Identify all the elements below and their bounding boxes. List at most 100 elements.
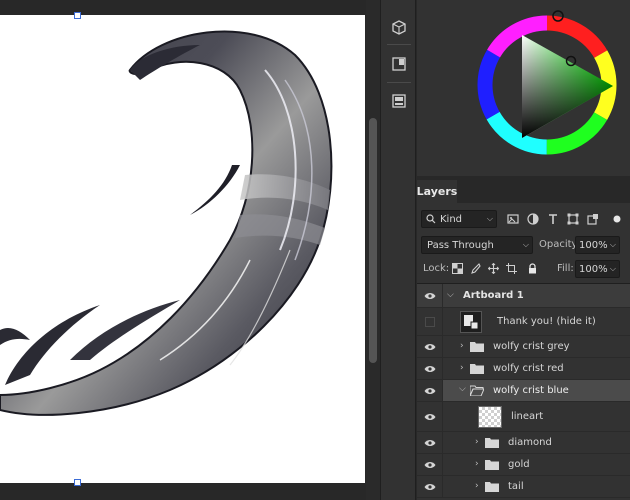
eye-icon [424, 461, 435, 468]
fill-label: Fill: [557, 263, 574, 274]
opacity-field[interactable]: 100% ⌵ [575, 236, 620, 254]
chevron-right-icon[interactable]: › [460, 341, 464, 351]
lock-all-icon[interactable] [525, 261, 540, 276]
layer-row-artboard[interactable]: ⌵ Artboard 1 [417, 284, 630, 308]
layer-row-pixel[interactable]: lineart [417, 402, 630, 432]
visibility-toggle[interactable] [417, 336, 443, 357]
layer-thumbnail [478, 406, 502, 428]
folder-open-icon [470, 385, 484, 396]
properties-panel-button[interactable] [386, 15, 412, 41]
opacity-value: 100% [579, 239, 608, 251]
layer-name: wolfy crist grey [493, 341, 570, 352]
lock-position-move-icon[interactable] [486, 261, 501, 276]
blend-mode-value: Pass Through [427, 239, 494, 251]
filter-type-icon[interactable] [545, 211, 561, 227]
layer-name: wolfy crist blue [493, 385, 569, 396]
visibility-toggle[interactable] [417, 402, 443, 431]
chevron-down-icon: ⌵ [609, 264, 616, 273]
opacity-label: Opacity: [539, 239, 581, 250]
cube-icon [392, 20, 406, 35]
right-panel: Layers Kind ⌵ Pass Through ⌵ Opacity: 10… [417, 0, 630, 500]
tab-layers[interactable]: Layers [417, 180, 457, 203]
canvas-area[interactable] [0, 0, 380, 500]
lock-artboard-icon[interactable] [504, 261, 519, 276]
adjustments-icon [392, 94, 406, 108]
eye-icon [424, 413, 435, 420]
fill-value: 100% [579, 263, 608, 275]
eye-icon [424, 292, 435, 299]
libraries-panel-button[interactable] [386, 51, 412, 77]
color-wheel-panel [417, 0, 630, 176]
chevron-right-icon[interactable]: › [460, 363, 464, 373]
layer-row-group[interactable]: › diamond [417, 432, 630, 454]
canvas-scroll-thumb[interactable] [369, 118, 377, 363]
blend-mode-select[interactable]: Pass Through ⌵ [421, 236, 533, 254]
lock-transparency-icon[interactable] [450, 261, 465, 276]
layer-row-smart-object[interactable]: Thank you! (hide it) [417, 308, 630, 336]
transform-handle-bottom[interactable] [74, 479, 81, 486]
filter-pixel-icon[interactable] [505, 211, 521, 227]
chevron-down-icon: ⌵ [486, 214, 493, 223]
folder-icon [485, 482, 499, 492]
layer-row-group[interactable]: › gold [417, 454, 630, 476]
filter-adjustment-icon[interactable] [525, 211, 541, 227]
library-icon [392, 57, 406, 71]
folder-icon [470, 342, 484, 352]
filter-smart-object-icon[interactable] [585, 211, 601, 227]
smart-object-thumbnail [460, 311, 482, 333]
layer-name: gold [508, 459, 530, 470]
chevron-down-icon[interactable]: ⌵ [447, 290, 454, 300]
layer-row-group[interactable]: › wolfy crist grey [417, 336, 630, 358]
visibility-toggle[interactable] [417, 380, 443, 401]
artboard-canvas[interactable] [0, 15, 365, 483]
fill-field[interactable]: 100% ⌵ [575, 260, 620, 278]
lock-label: Lock: [423, 263, 450, 274]
lock-pixels-brush-icon[interactable] [468, 261, 483, 276]
hidden-visibility-box [424, 316, 435, 327]
color-wheel[interactable] [417, 0, 630, 176]
search-icon [426, 214, 436, 224]
smart-object-icon [464, 315, 479, 330]
lock-row: Lock: Fill: 100% ⌵ [417, 258, 630, 280]
layer-name: wolfy crist red [493, 363, 564, 374]
panel-icon-column [380, 0, 416, 500]
layer-name: Thank you! (hide it) [497, 316, 596, 327]
visibility-toggle[interactable] [417, 432, 443, 453]
layer-name: Artboard 1 [463, 290, 524, 301]
transform-handle-top[interactable] [74, 12, 81, 19]
visibility-toggle[interactable] [417, 454, 443, 475]
layers-list: ⌵ Artboard 1 Thank you! (hide it) › wolf… [417, 283, 630, 500]
chevron-down-icon: ⌵ [522, 240, 529, 249]
filter-kind-label: Kind [440, 213, 463, 225]
tail-artwork [0, 30, 333, 416]
filter-shape-icon[interactable] [565, 211, 581, 227]
layer-filter-row: Kind ⌵ [417, 206, 630, 232]
folder-icon [485, 460, 499, 470]
visibility-toggle[interactable] [417, 476, 443, 497]
filter-toggle-icon[interactable] [609, 211, 625, 227]
layer-row-group[interactable]: › tail [417, 476, 630, 498]
folder-icon [470, 364, 484, 374]
layers-tab-bar: Layers [417, 180, 630, 203]
visibility-toggle[interactable] [417, 308, 443, 335]
chevron-right-icon[interactable]: › [475, 481, 479, 491]
adjustments-panel-button[interactable] [386, 88, 412, 114]
layer-row-group[interactable]: › wolfy crist red [417, 358, 630, 380]
tool-separator [387, 82, 411, 83]
visibility-toggle[interactable] [417, 358, 443, 379]
layer-row-group-selected[interactable]: ⌵ wolfy crist blue [417, 380, 630, 402]
eye-icon [424, 483, 435, 490]
eye-icon [424, 343, 435, 350]
eye-icon [424, 387, 435, 394]
blend-mode-row: Pass Through ⌵ Opacity: 100% ⌵ [417, 234, 630, 256]
layer-name: lineart [511, 411, 544, 422]
chevron-right-icon[interactable]: › [475, 437, 479, 447]
folder-icon [485, 438, 499, 448]
chevron-down-icon: ⌵ [609, 240, 616, 249]
eye-icon [424, 365, 435, 372]
filter-kind-select[interactable]: Kind ⌵ [421, 210, 497, 228]
visibility-toggle[interactable] [417, 284, 443, 307]
chevron-right-icon[interactable]: › [475, 459, 479, 469]
eye-icon [424, 439, 435, 446]
chevron-down-icon[interactable]: ⌵ [459, 384, 466, 394]
